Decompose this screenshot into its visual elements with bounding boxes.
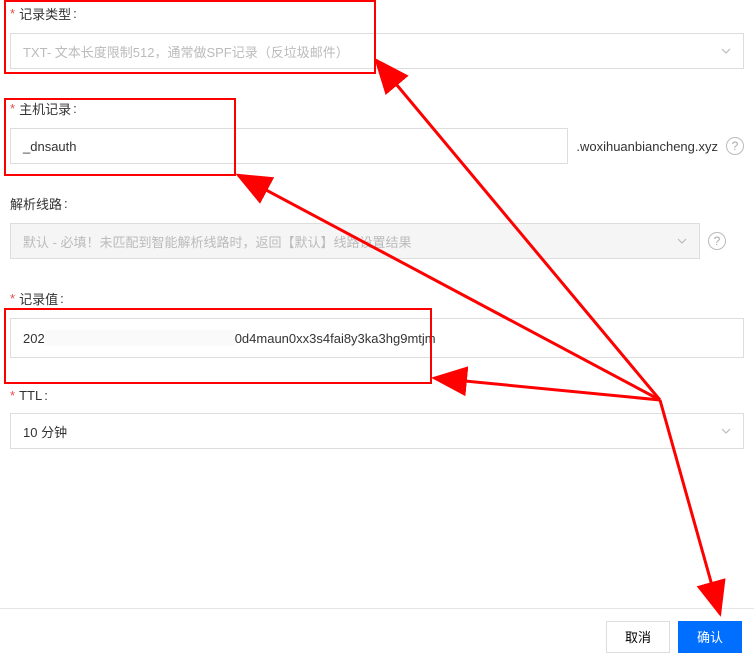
required-star: * bbox=[10, 388, 15, 403]
record-value-suffix: 0d4maun0xx3s4fai8y3ka3hg9mtjm bbox=[235, 331, 436, 346]
required-star: * bbox=[10, 101, 15, 116]
chevron-down-icon bbox=[721, 426, 731, 436]
record-value-group: * 记录值 : 202 0d4maun0xx3s4fai8y3ka3hg9mtj… bbox=[10, 289, 744, 358]
record-type-select[interactable]: TXT- 文本长度限制512，通常做SPF记录（反垃圾邮件） bbox=[10, 33, 744, 69]
resolve-line-label: 解析线路 : bbox=[10, 194, 744, 213]
domain-suffix: .woxihuanbiancheng.xyz bbox=[576, 139, 718, 154]
ttl-label: * TTL : bbox=[10, 388, 744, 403]
host-record-label: * 主机记录 : bbox=[10, 99, 744, 118]
redacted-region bbox=[45, 330, 235, 346]
cancel-button[interactable]: 取消 bbox=[606, 621, 670, 653]
chevron-down-icon bbox=[721, 46, 731, 56]
resolve-line-value: 默认 - 必填！未匹配到智能解析线路时，返回【默认】线路设置结果 bbox=[23, 232, 412, 251]
host-record-input[interactable]: _dnsauth bbox=[10, 128, 568, 164]
label-text: TTL bbox=[19, 388, 42, 403]
record-value-prefix: 202 bbox=[23, 331, 45, 346]
dialog-footer: 取消 确认 bbox=[0, 608, 754, 664]
record-type-group: * 记录类型 : TXT- 文本长度限制512，通常做SPF记录（反垃圾邮件） bbox=[10, 0, 744, 69]
record-type-label: * 记录类型 : bbox=[10, 4, 744, 23]
label-text: 主机记录 bbox=[19, 99, 71, 118]
resolve-line-select[interactable]: 默认 - 必填！未匹配到智能解析线路时，返回【默认】线路设置结果 bbox=[10, 223, 700, 259]
label-text: 记录类型 bbox=[19, 4, 71, 23]
host-record-group: * 主机记录 : _dnsauth .woxihuanbiancheng.xyz… bbox=[10, 99, 744, 164]
required-star: * bbox=[10, 6, 15, 21]
label-text: 解析线路 bbox=[10, 194, 62, 213]
label-text: 记录值 bbox=[19, 289, 58, 308]
host-record-value: _dnsauth bbox=[23, 139, 77, 154]
help-icon[interactable]: ? bbox=[708, 232, 726, 250]
confirm-button[interactable]: 确认 bbox=[678, 621, 742, 653]
ttl-group: * TTL : 10 分钟 bbox=[10, 388, 744, 449]
help-icon[interactable]: ? bbox=[726, 137, 744, 155]
ttl-value: 10 分钟 bbox=[23, 422, 67, 441]
record-value-label: * 记录值 : bbox=[10, 289, 744, 308]
chevron-down-icon bbox=[677, 236, 687, 246]
record-type-value: TXT- 文本长度限制512，通常做SPF记录（反垃圾邮件） bbox=[23, 42, 349, 61]
ttl-select[interactable]: 10 分钟 bbox=[10, 413, 744, 449]
resolve-line-group: 解析线路 : 默认 - 必填！未匹配到智能解析线路时，返回【默认】线路设置结果 … bbox=[10, 194, 744, 259]
required-star: * bbox=[10, 291, 15, 306]
record-value-input[interactable]: 202 0d4maun0xx3s4fai8y3ka3hg9mtjm bbox=[10, 318, 744, 358]
